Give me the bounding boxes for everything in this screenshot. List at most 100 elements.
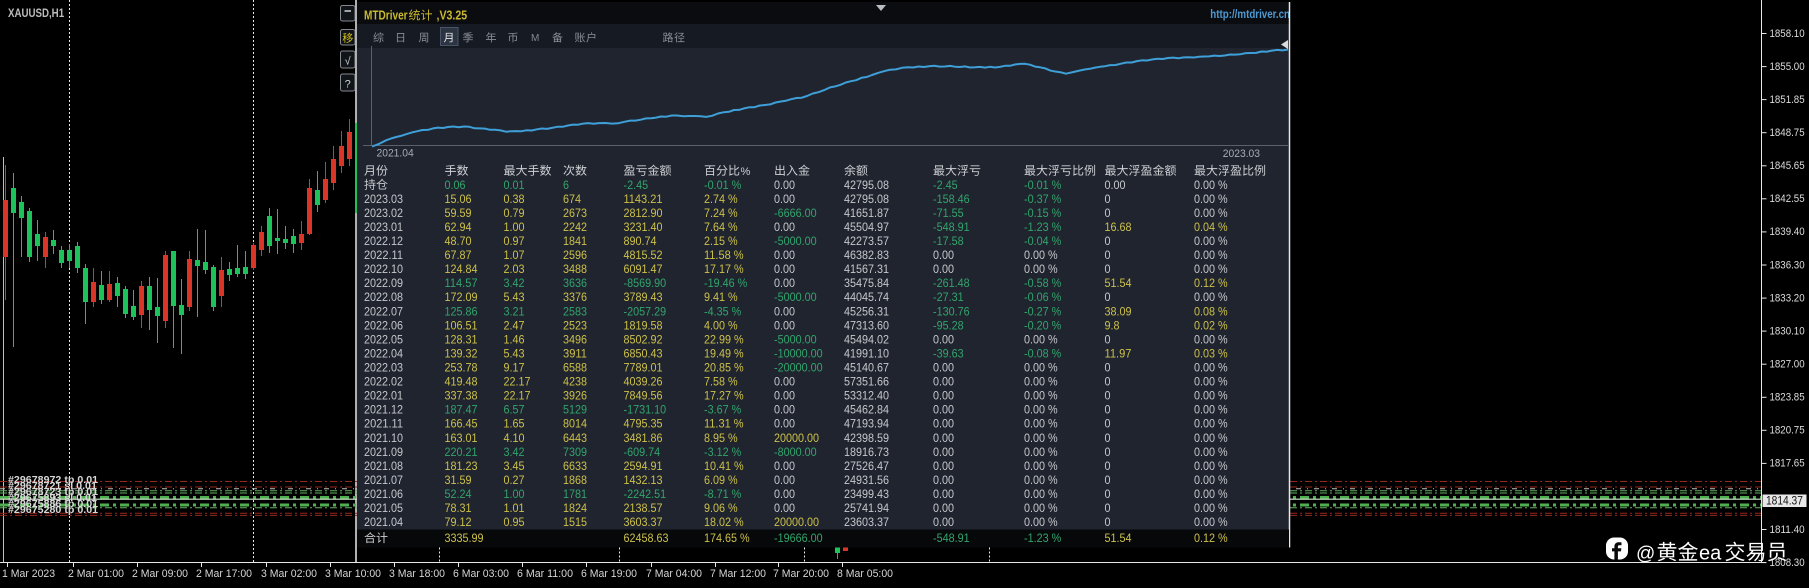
svg-text:0: 0 [1105,206,1111,220]
svg-text:-3.12 %: -3.12 % [704,445,741,459]
svg-text:253.78: 253.78 [445,361,478,375]
svg-text:0.79: 0.79 [504,206,525,220]
svg-text:-6666.00: -6666.00 [774,206,817,220]
svg-text:0.00 %: 0.00 % [1194,332,1228,346]
svg-text:0: 0 [1105,445,1111,459]
svg-text:45462.84: 45462.84 [844,403,889,417]
svg-text:7.58 %: 7.58 % [704,375,738,389]
svg-text:2022.03: 2022.03 [364,361,403,375]
svg-text:0: 0 [1105,234,1111,248]
svg-text:6850.43: 6850.43 [624,347,663,361]
svg-text:-1.23 %: -1.23 % [1024,531,1061,545]
svg-text:0.00 %: 0.00 % [1024,431,1058,445]
svg-text:3 Mar 18:00: 3 Mar 18:00 [389,568,445,580]
svg-text:0: 0 [1105,192,1111,206]
svg-text:7 Mar 12:00: 7 Mar 12:00 [710,568,766,580]
svg-text:0.00: 0.00 [933,361,954,375]
svg-text:2022.11: 2022.11 [364,248,403,262]
svg-text:8502.92: 8502.92 [624,332,663,346]
svg-text:0.00: 0.00 [933,431,954,445]
svg-text:-0.01 %: -0.01 % [1024,178,1061,192]
svg-text:174.65 %: 174.65 % [704,531,750,545]
svg-text:1839.40: 1839.40 [1770,226,1805,238]
svg-text:3911: 3911 [563,347,587,361]
svg-text:-0.15 %: -0.15 % [1024,206,1061,220]
svg-text:0.00 %: 0.00 % [1194,361,1228,375]
svg-text:0.00 %: 0.00 % [1024,375,1058,389]
svg-text:2242: 2242 [563,220,587,234]
svg-text:0.00: 0.00 [933,487,954,501]
svg-text:0.00: 0.00 [774,276,795,290]
svg-text:0.00 %: 0.00 % [1194,515,1228,529]
svg-text:0.00 %: 0.00 % [1194,501,1228,515]
svg-text:0: 0 [1105,389,1111,403]
svg-text:125.86: 125.86 [445,304,478,318]
svg-text:6588: 6588 [563,361,587,375]
svg-text:6 Mar 03:00: 6 Mar 03:00 [453,568,509,580]
svg-text:2673: 2673 [563,206,587,220]
svg-text:22.99 %: 22.99 % [704,332,744,346]
svg-text:6091.47: 6091.47 [624,262,663,276]
svg-text:35475.84: 35475.84 [844,276,889,290]
svg-text:-0.01 %: -0.01 % [704,178,741,192]
svg-text:1 Mar 2023: 1 Mar 2023 [2,568,55,580]
svg-text:79.12: 79.12 [445,515,472,529]
svg-text:3481.86: 3481.86 [624,431,663,445]
svg-text:3.42: 3.42 [504,445,525,459]
svg-text:2022.06: 2022.06 [364,318,403,332]
svg-text:2.03: 2.03 [504,262,525,276]
svg-text:3376: 3376 [563,290,587,304]
svg-text:0.00: 0.00 [774,318,795,332]
svg-text:0.00: 0.00 [933,501,954,515]
svg-text:-130.76: -130.76 [933,304,970,318]
svg-text:-8569.90: -8569.90 [624,276,667,290]
svg-text:0.00: 0.00 [933,473,954,487]
svg-text:0: 0 [1105,459,1111,473]
svg-text:2021.09: 2021.09 [364,445,403,459]
svg-text:0.00 %: 0.00 % [1024,389,1058,403]
svg-text:0.00 %: 0.00 % [1194,487,1228,501]
svg-text:0.00 %: 0.00 % [1024,515,1058,529]
svg-text:1.00: 1.00 [504,220,525,234]
svg-text:139.32: 139.32 [445,347,478,361]
svg-text:1820.75: 1820.75 [1770,425,1805,437]
svg-text:2022.02: 2022.02 [364,375,403,389]
svg-text:√: √ [345,56,352,68]
svg-text:0.02 %: 0.02 % [1194,318,1228,332]
svg-text:0: 0 [1105,403,1111,417]
svg-text:419.48: 419.48 [445,375,478,389]
svg-text:3.21: 3.21 [504,304,525,318]
svg-text:-2.45: -2.45 [624,178,649,192]
svg-text:42273.57: 42273.57 [844,234,889,248]
svg-text:18916.73: 18916.73 [844,445,889,459]
svg-text:5.43: 5.43 [504,347,525,361]
svg-text:9.8: 9.8 [1105,318,1120,332]
svg-text:2021.08: 2021.08 [364,459,403,473]
svg-text:0.04 %: 0.04 % [1194,220,1228,234]
svg-text:-10000.00: -10000.00 [774,347,823,361]
svg-text:4815.52: 4815.52 [624,248,663,262]
svg-text:0.00 %: 0.00 % [1024,445,1058,459]
svg-text:19.49 %: 19.49 % [704,347,744,361]
svg-text:3603.37: 3603.37 [624,515,663,529]
svg-text:20.85 %: 20.85 % [704,361,744,375]
svg-text:23499.43: 23499.43 [844,487,889,501]
svg-text:-0.04 %: -0.04 % [1024,234,1061,248]
svg-text:2023.03: 2023.03 [364,192,403,206]
svg-text:8014: 8014 [563,417,587,431]
svg-text:-3.67 %: -3.67 % [704,403,741,417]
svg-text:220.21: 220.21 [445,445,478,459]
svg-text:67.87: 67.87 [445,248,472,262]
svg-text:9.41 %: 9.41 % [704,290,738,304]
svg-text:http://mtdriver.cn: http://mtdriver.cn [1210,7,1290,21]
svg-text:2021.07: 2021.07 [364,473,403,487]
svg-text:1819.58: 1819.58 [624,318,663,332]
svg-text:0: 0 [1105,487,1111,501]
svg-text:1824: 1824 [563,501,587,515]
svg-text:XAUUSD,H1: XAUUSD,H1 [8,6,64,20]
svg-text:1.00: 1.00 [504,487,525,501]
svg-text:-2.45: -2.45 [933,178,958,192]
svg-text:6: 6 [563,178,569,192]
svg-text:ea: ea [1699,543,1722,565]
svg-text:18.02 %: 18.02 % [704,515,744,529]
